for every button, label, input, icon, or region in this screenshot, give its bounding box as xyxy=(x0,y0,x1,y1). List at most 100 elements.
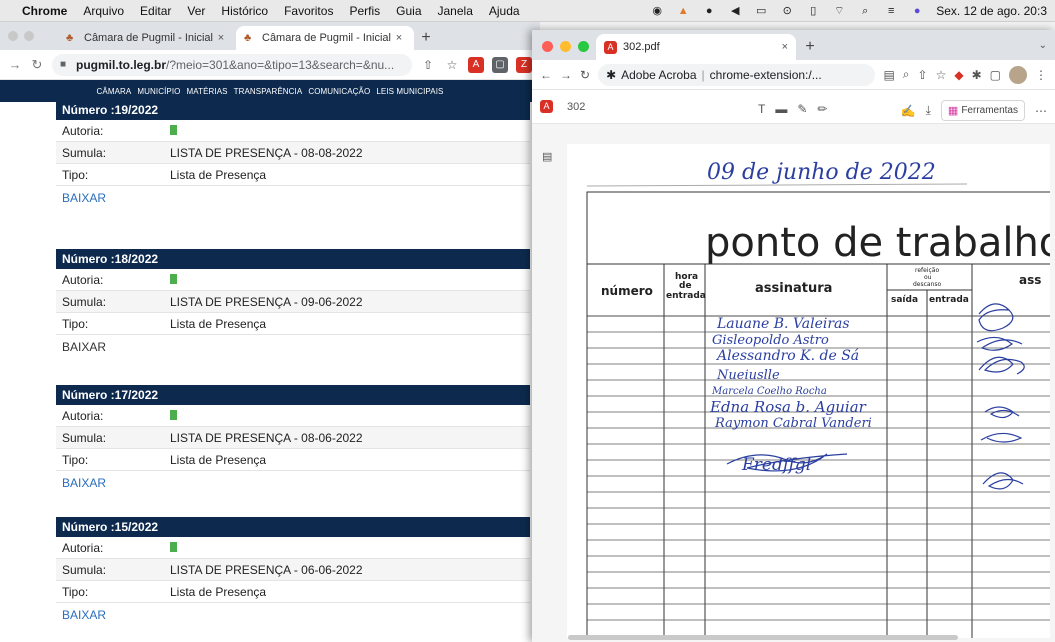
close-tab-icon[interactable]: × xyxy=(214,32,228,44)
tab-pdf[interactable]: A 302.pdf × xyxy=(596,34,796,60)
tab-search-chevron-icon[interactable]: ⌄ xyxy=(1039,40,1047,51)
acrobat-annotation-tools: T ▬ ✎ ✏ xyxy=(758,102,827,116)
new-tab-button[interactable]: + xyxy=(796,34,824,60)
share-icon[interactable]: ⇧ xyxy=(420,57,436,73)
baixar-link[interactable]: BAIXAR xyxy=(56,603,530,627)
menu-ver[interactable]: Ver xyxy=(179,4,213,18)
baixar-link[interactable]: BAIXAR xyxy=(56,471,530,495)
tab-camara-2[interactable]: ♣ Câmara de Pugmil - Inicial × xyxy=(236,26,414,50)
forward-icon[interactable]: → xyxy=(560,68,572,82)
pdf-viewer[interactable]: ▤ 09 de junho de 2022 ponto de trabalho xyxy=(532,124,1055,642)
omni-site-name: Adobe Acroba xyxy=(621,67,697,82)
menubar-clock[interactable]: Sex. 12 de ago. 20:3 xyxy=(936,4,1047,18)
display-icon[interactable]: ▭ xyxy=(754,4,768,18)
tools-button[interactable]: ▦ Ferramentas xyxy=(940,100,1025,121)
baixar-link[interactable]: BAIXAR xyxy=(56,335,530,359)
spotlight-search-icon[interactable]: ⌕ xyxy=(858,4,872,18)
forward-icon[interactable]: → xyxy=(8,57,22,72)
close-window-button[interactable] xyxy=(8,31,18,41)
nav-materias[interactable]: MATÉRIAS xyxy=(186,87,227,96)
tipo-value: Lista de Presença xyxy=(170,316,267,331)
chrome-menu-icon[interactable]: ⋮ xyxy=(1035,68,1047,82)
extensions-icon[interactable]: ✱ xyxy=(972,68,982,82)
side-panel-icon[interactable]: ▢ xyxy=(990,68,1001,82)
reload-icon[interactable]: ↻ xyxy=(580,68,590,82)
bookmark-star-icon[interactable]: ☆ xyxy=(936,68,947,82)
more-options-icon[interactable]: ⋯ xyxy=(1035,104,1047,118)
field-label: Tipo: xyxy=(62,316,89,331)
address-bar[interactable]: ■ pugmil.to.leg.br /?meio=301&ano=&tipo=… xyxy=(52,53,412,76)
menu-favoritos[interactable]: Favoritos xyxy=(276,4,341,18)
record-number: Número :19/2022 xyxy=(56,102,530,120)
battery-icon[interactable]: ▯ xyxy=(806,4,820,18)
horizontal-scrollbar[interactable] xyxy=(568,635,958,640)
tab-camara-1[interactable]: ♣ Câmara de Pugmil - Inicial × xyxy=(58,26,236,50)
field-label: Autoria: xyxy=(62,408,104,423)
menu-editar[interactable]: Editar xyxy=(132,4,179,18)
menu-historico[interactable]: Histórico xyxy=(213,4,276,18)
nav-transparencia[interactable]: TRANSPARÊNCIA xyxy=(234,87,303,96)
lock-icon[interactable]: ■ xyxy=(60,59,72,70)
profile-avatar[interactable] xyxy=(1009,65,1027,84)
field-label: Sumula: xyxy=(62,430,107,445)
tipo-value: Lista de Presença xyxy=(170,452,267,467)
baixar-link[interactable]: BAIXAR xyxy=(56,186,530,210)
address-bar[interactable]: ✱ Adobe Acroba | chrome-extension:/... xyxy=(598,63,876,86)
tab-label: Câmara de Pugmil - Inicial xyxy=(84,32,213,44)
bookmark-star-icon[interactable]: ☆ xyxy=(444,57,460,73)
app-tray-icon[interactable]: ▲ xyxy=(676,4,690,18)
extension-red-icon[interactable]: ◆ xyxy=(954,68,963,82)
record-card: Número :17/2022 Autoria: Sumula: LISTA D… xyxy=(56,385,530,495)
close-tab-icon[interactable]: × xyxy=(392,32,406,44)
highlight-icon[interactable]: ✎ xyxy=(797,102,807,116)
zoom-icon[interactable]: ⌕ xyxy=(903,67,910,82)
volume-icon[interactable]: ◀ xyxy=(728,4,742,18)
back-icon[interactable]: ← xyxy=(540,68,552,82)
field-label: Tipo: xyxy=(62,584,89,599)
minimize-window-button[interactable] xyxy=(24,31,34,41)
left-browser-window: ♣ Câmara de Pugmil - Inicial × ♣ Câmara … xyxy=(0,22,540,642)
extension-puzzle-icon: ✱ xyxy=(606,67,617,82)
nav-municipio[interactable]: MUNICÍPIO xyxy=(137,87,180,96)
minimize-window-button[interactable] xyxy=(560,41,571,52)
scanned-timesheet: 09 de junho de 2022 ponto de trabalho nú… xyxy=(586,160,1050,638)
menu-ajuda[interactable]: Ajuda xyxy=(481,4,528,18)
extension-red-icon[interactable]: Z xyxy=(516,56,532,73)
menu-arquivo[interactable]: Arquivo xyxy=(75,4,132,18)
comment-icon[interactable]: ▬ xyxy=(775,102,787,116)
download-icon[interactable]: ⤓ xyxy=(926,103,931,118)
acrobat-extension-icon[interactable]: A xyxy=(468,56,484,73)
page-thumbnails-icon[interactable]: ▤ xyxy=(542,150,552,163)
sign-icon[interactable]: ✍ xyxy=(901,104,916,118)
camara-favicon-icon: ♣ xyxy=(66,32,74,44)
nav-leis-municipais[interactable]: LEIS MUNICIPAIS xyxy=(376,87,443,96)
col-header-de: de xyxy=(679,281,692,291)
zoom-window-button[interactable] xyxy=(578,41,589,52)
new-tab-button[interactable]: + xyxy=(414,26,438,50)
author-color-marker xyxy=(170,541,177,552)
wifi-icon[interactable]: ⌔ xyxy=(832,4,846,18)
nav-camara[interactable]: CÂMARA xyxy=(97,87,132,96)
user-tray-icon[interactable]: ● xyxy=(702,4,716,18)
nav-comunicacao[interactable]: COMUNICAÇÃO xyxy=(308,87,370,96)
control-center-icon[interactable]: ≡ xyxy=(884,4,898,18)
omni-url: chrome-extension:/... xyxy=(709,67,822,82)
share-icon[interactable]: ⇧ xyxy=(918,68,928,82)
menu-chrome[interactable]: Chrome xyxy=(14,4,75,18)
siri-icon[interactable]: ● xyxy=(910,4,924,18)
field-label: Autoria: xyxy=(62,123,104,138)
translate-icon[interactable]: ▤ xyxy=(883,68,894,82)
menu-perfis[interactable]: Perfis xyxy=(341,4,388,18)
add-text-icon[interactable]: T xyxy=(758,102,765,116)
close-window-button[interactable] xyxy=(542,41,553,52)
menu-janela[interactable]: Janela xyxy=(430,4,481,18)
field-label: Autoria: xyxy=(62,272,104,287)
menu-guia[interactable]: Guia xyxy=(388,4,429,18)
close-tab-icon[interactable]: × xyxy=(782,41,788,53)
sumula-value: LISTA DE PRESENÇA - 09-06-2022 xyxy=(170,294,363,309)
extension-tray-icon[interactable]: ◉ xyxy=(650,4,664,18)
reload-icon[interactable]: ↻ xyxy=(30,57,44,73)
draw-icon[interactable]: ✏ xyxy=(817,102,827,116)
extension-icon[interactable]: ▢ xyxy=(492,56,508,73)
record-icon[interactable]: ⊙ xyxy=(780,4,794,18)
